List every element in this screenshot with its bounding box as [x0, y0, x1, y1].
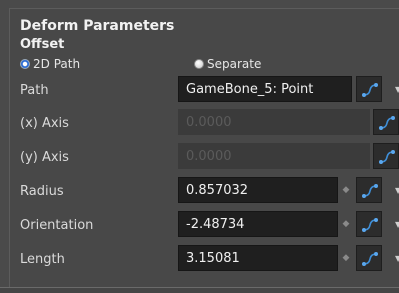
function-curve-icon	[362, 252, 378, 266]
function-curve-icon	[362, 83, 378, 97]
radius-label: Radius	[20, 184, 64, 199]
function-curve-icon	[379, 150, 395, 164]
orientation-menu-arrow[interactable]: ▼	[395, 211, 399, 237]
length-label: Length	[20, 252, 65, 267]
radio-separate[interactable]: Separate	[194, 57, 261, 71]
path-menu-arrow[interactable]: ▼	[395, 76, 399, 102]
radius-field[interactable]: 0.857032	[178, 177, 338, 203]
radio-selected-icon[interactable]	[20, 59, 30, 69]
y-axis-field: 0.0000	[178, 143, 370, 169]
x-axis-field: 0.0000	[178, 109, 370, 135]
orientation-field[interactable]: -2.48734	[178, 211, 338, 237]
y-axis-label: (y) Axis	[20, 150, 69, 165]
bottom-strip	[0, 288, 399, 293]
orientation-label: Orientation	[20, 218, 94, 233]
radius-menu-arrow[interactable]: ▼	[395, 177, 399, 203]
function-curve-icon	[362, 184, 378, 198]
function-curve-icon	[362, 218, 378, 232]
offset-title: Offset	[20, 37, 65, 52]
path-label: Path	[20, 83, 49, 98]
orientation-function-button[interactable]	[356, 211, 382, 237]
radio-unselected-icon[interactable]	[194, 59, 204, 69]
radius-spinner-icon[interactable]: ◆	[339, 177, 353, 203]
section-title: Deform Parameters	[20, 18, 175, 34]
x-axis-label: (x) Axis	[20, 116, 69, 131]
path-function-button[interactable]	[356, 76, 382, 102]
radius-function-button[interactable]	[356, 177, 382, 203]
deform-parameters-panel: Deform Parameters Offset 2D Path Separat…	[9, 8, 399, 291]
x-axis-function-button[interactable]	[373, 109, 399, 135]
radio-2d-path-label: 2D Path	[33, 57, 81, 71]
y-axis-function-button[interactable]	[373, 143, 399, 169]
length-menu-arrow[interactable]: ▼	[395, 245, 399, 271]
function-curve-icon	[379, 116, 395, 130]
length-function-button[interactable]	[356, 245, 382, 271]
radio-separate-label: Separate	[207, 57, 262, 71]
radio-2d-path[interactable]: 2D Path	[20, 57, 80, 71]
length-field[interactable]: 3.15081	[178, 245, 338, 271]
orientation-spinner-icon[interactable]: ◆	[339, 211, 353, 237]
length-spinner-icon[interactable]: ◆	[339, 245, 353, 271]
path-field[interactable]: GameBone_5: Point	[178, 76, 352, 102]
